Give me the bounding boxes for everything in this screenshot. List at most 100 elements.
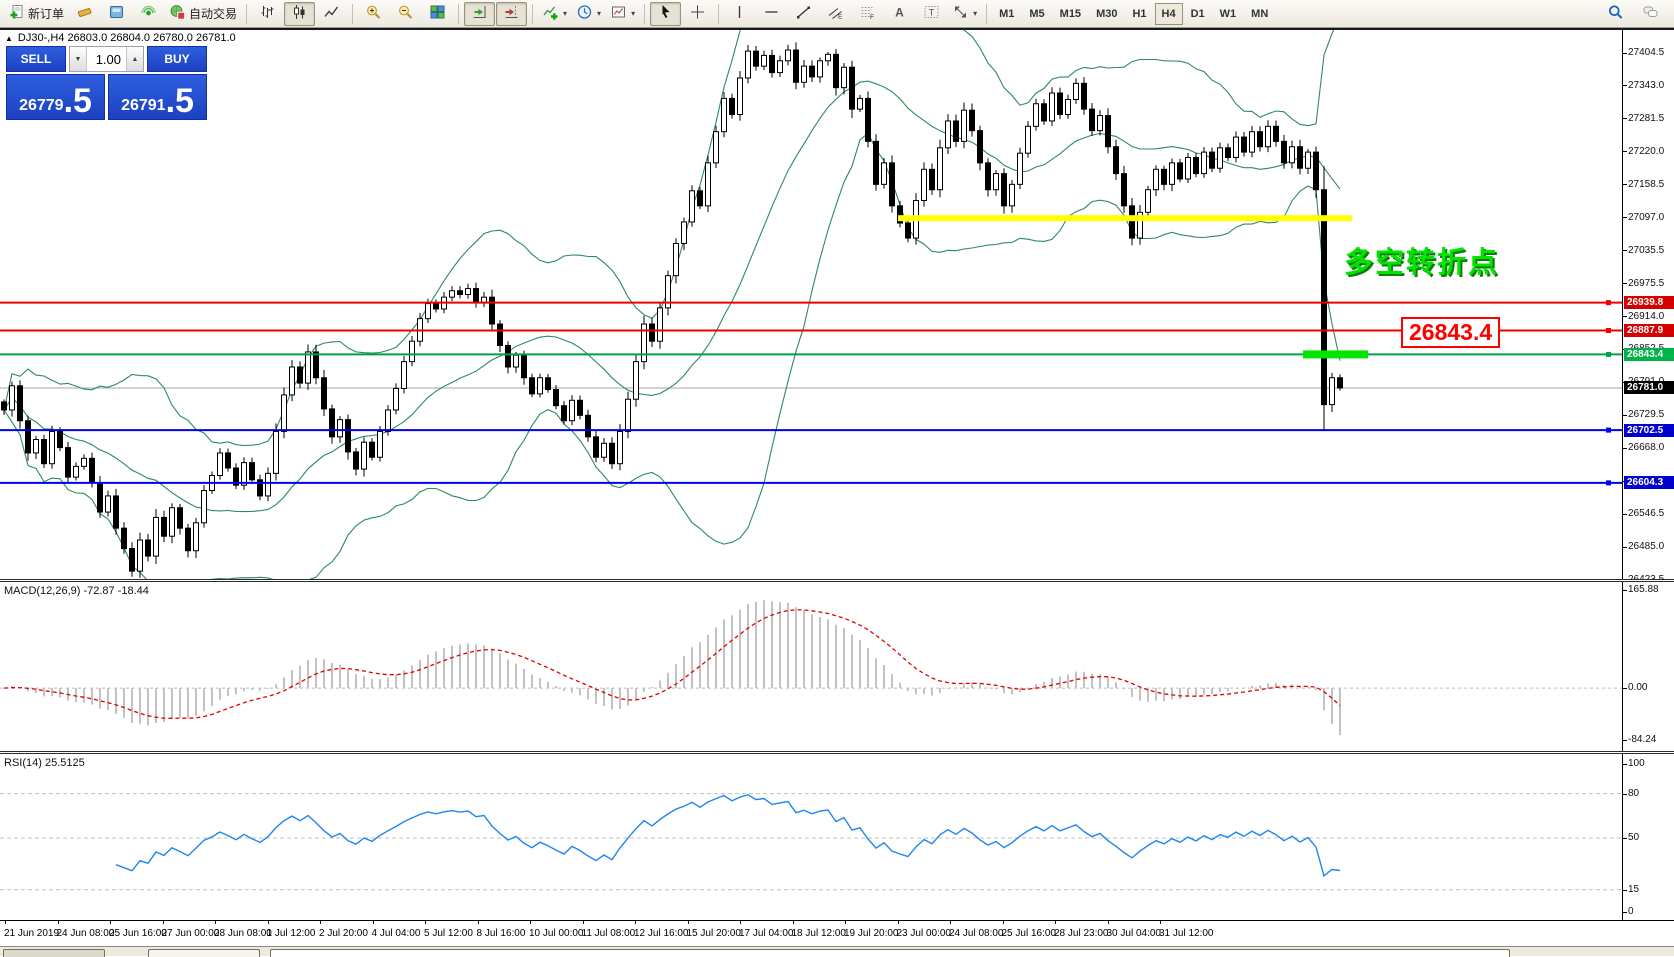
price-callout-box: 26843.4 bbox=[1401, 317, 1500, 348]
price-chart-canvas[interactable] bbox=[0, 30, 1622, 579]
axis-tick-mark bbox=[1623, 415, 1627, 416]
timeframe-h4-button[interactable]: H4 bbox=[1155, 3, 1183, 25]
chart-shift-button[interactable] bbox=[496, 2, 527, 26]
price-axis-tick: 26729.5 bbox=[1628, 409, 1664, 420]
channel-button[interactable]: E bbox=[820, 2, 851, 26]
rsi-axis-tick: 0 bbox=[1628, 906, 1634, 917]
timeframe-h1-button[interactable]: H1 bbox=[1125, 3, 1153, 25]
price-tag: 26702.5 bbox=[1624, 424, 1674, 437]
time-axis[interactable]: 21 Jun 201924 Jun 08:0025 Jun 16:0027 Ju… bbox=[0, 920, 1674, 946]
templates-button[interactable]: ▾ bbox=[606, 2, 639, 26]
volume-down-button[interactable]: ▼ bbox=[70, 47, 87, 71]
candlestick-button[interactable] bbox=[284, 2, 315, 26]
timeframe-d1-button[interactable]: D1 bbox=[1184, 3, 1212, 25]
market-button[interactable] bbox=[101, 2, 132, 26]
toolbar-separator bbox=[532, 4, 533, 24]
buy-price-panel[interactable]: 26791.5 bbox=[108, 74, 207, 120]
timeframe-mn-button[interactable]: MN bbox=[1244, 3, 1275, 25]
chart-tab[interactable] bbox=[3, 949, 105, 957]
sell-button[interactable]: SELL bbox=[6, 46, 66, 72]
volume-up-button[interactable]: ▲ bbox=[126, 47, 143, 71]
toolbar-separator bbox=[718, 4, 719, 24]
buy-button[interactable]: BUY bbox=[147, 46, 207, 72]
time-tick-mark bbox=[320, 920, 321, 924]
crosshair-button[interactable] bbox=[682, 2, 713, 26]
time-tick-mark bbox=[740, 920, 741, 924]
toolbar-right-group bbox=[1600, 2, 1670, 26]
trendline-button[interactable] bbox=[788, 2, 819, 26]
cursor-button[interactable] bbox=[650, 2, 681, 26]
rsi-canvas[interactable] bbox=[0, 754, 1622, 920]
signals-button[interactable] bbox=[133, 2, 164, 26]
sell-price-main: 26779 bbox=[19, 97, 64, 115]
timeframe-m30-button[interactable]: M30 bbox=[1089, 3, 1124, 25]
price-axis-tick: 27343.0 bbox=[1628, 80, 1664, 91]
sell-price-panel[interactable]: 26779.5 bbox=[6, 74, 105, 120]
autotrading-button-label: 自动交易 bbox=[189, 5, 237, 22]
chart-tab-active[interactable] bbox=[270, 949, 1510, 957]
timeframe-m15-button[interactable]: M15 bbox=[1053, 3, 1088, 25]
rsi-axis-tick: 100 bbox=[1628, 758, 1645, 769]
price-axis-tick: 26975.5 bbox=[1628, 278, 1664, 289]
signals-icon bbox=[140, 4, 157, 23]
line-chart-button[interactable] bbox=[316, 2, 347, 26]
price-axis-tick: 27404.5 bbox=[1628, 47, 1664, 58]
periods-button[interactable]: ▾ bbox=[572, 2, 605, 26]
price-tag: 26604.3 bbox=[1624, 476, 1674, 489]
fibonacci-button[interactable]: F bbox=[852, 2, 883, 26]
dropdown-caret-icon[interactable]: ▾ bbox=[597, 9, 601, 18]
price-axis[interactable]: 27404.527343.027281.527220.027158.527097… bbox=[1622, 30, 1674, 579]
price-axis-tick: 26914.0 bbox=[1628, 311, 1664, 322]
rsi-axis: 1008050150 bbox=[1622, 754, 1674, 920]
search-icon bbox=[1607, 4, 1624, 23]
toolbar-separator bbox=[352, 4, 353, 24]
timeframe-m5-button[interactable]: M5 bbox=[1022, 3, 1051, 25]
time-axis-label: 25 Jun 16:00 bbox=[109, 928, 167, 939]
search-button[interactable] bbox=[1600, 2, 1631, 26]
indicators-icon bbox=[542, 4, 559, 23]
autotrading-button[interactable]: 自动交易 bbox=[165, 2, 241, 26]
dropdown-caret-icon[interactable]: ▾ bbox=[631, 9, 635, 18]
indicators-button[interactable]: ▾ bbox=[538, 2, 571, 26]
new-order-button[interactable]: 新订单 bbox=[4, 2, 68, 26]
svg-text:T: T bbox=[929, 8, 935, 19]
timeframe-m1-button[interactable]: M1 bbox=[992, 3, 1021, 25]
macd-label: MACD(12,26,9) -72.87 -18.44 bbox=[4, 585, 149, 597]
zoom-in-icon bbox=[365, 4, 382, 23]
price-chart-pane[interactable]: 27404.527343.027281.527220.027158.527097… bbox=[0, 30, 1674, 579]
zoom-in-button[interactable] bbox=[358, 2, 389, 26]
vertical-line-button[interactable] bbox=[724, 2, 755, 26]
macd-pane[interactable]: 165.880.00-84.24 MACD(12,26,9) -72.87 -1… bbox=[0, 582, 1674, 751]
dropdown-caret-icon[interactable]: ▾ bbox=[563, 9, 567, 18]
zoom-out-button[interactable] bbox=[390, 2, 421, 26]
price-axis-tick: 27035.5 bbox=[1628, 245, 1664, 256]
time-axis-label: 19 Jul 20:00 bbox=[844, 928, 899, 939]
macd-canvas[interactable] bbox=[0, 582, 1622, 751]
axis-tick-mark bbox=[1623, 184, 1627, 185]
volume-value[interactable]: 1.00 bbox=[87, 47, 126, 71]
horizontal-line-button[interactable] bbox=[756, 2, 787, 26]
timeframe-w1-button[interactable]: W1 bbox=[1213, 3, 1244, 25]
text-label-button[interactable]: T bbox=[916, 2, 947, 26]
time-axis-label: 28 Jun 08:00 bbox=[214, 928, 272, 939]
text-button[interactable]: A bbox=[884, 2, 915, 26]
tile-windows-button[interactable] bbox=[422, 2, 453, 26]
collapse-arrow-icon[interactable]: ▲ bbox=[5, 34, 13, 43]
axis-tick-mark bbox=[1623, 838, 1627, 839]
time-axis-label: 15 Jul 20:00 bbox=[687, 928, 742, 939]
chart-tab[interactable] bbox=[148, 949, 260, 957]
chat-button[interactable] bbox=[1635, 2, 1666, 26]
time-axis-label: 21 Jun 2019 bbox=[4, 928, 59, 939]
time-axis-label: 28 Jul 23:00 bbox=[1054, 928, 1109, 939]
auto-scroll-button[interactable] bbox=[464, 2, 495, 26]
rsi-pane[interactable]: 1008050150 RSI(14) 25.5125 bbox=[0, 754, 1674, 920]
time-tick-mark bbox=[425, 920, 426, 924]
price-axis-tick: 27281.5 bbox=[1628, 113, 1664, 124]
dropdown-caret-icon[interactable]: ▾ bbox=[973, 9, 977, 18]
price-axis-tick: 26423.5 bbox=[1628, 574, 1664, 579]
tile-windows-icon bbox=[429, 4, 446, 23]
bar-chart-button[interactable] bbox=[252, 2, 283, 26]
time-axis-label: 5 Jul 12:00 bbox=[424, 928, 473, 939]
arrows-button[interactable]: ▾ bbox=[948, 2, 981, 26]
metaeditor-button[interactable] bbox=[69, 2, 100, 26]
